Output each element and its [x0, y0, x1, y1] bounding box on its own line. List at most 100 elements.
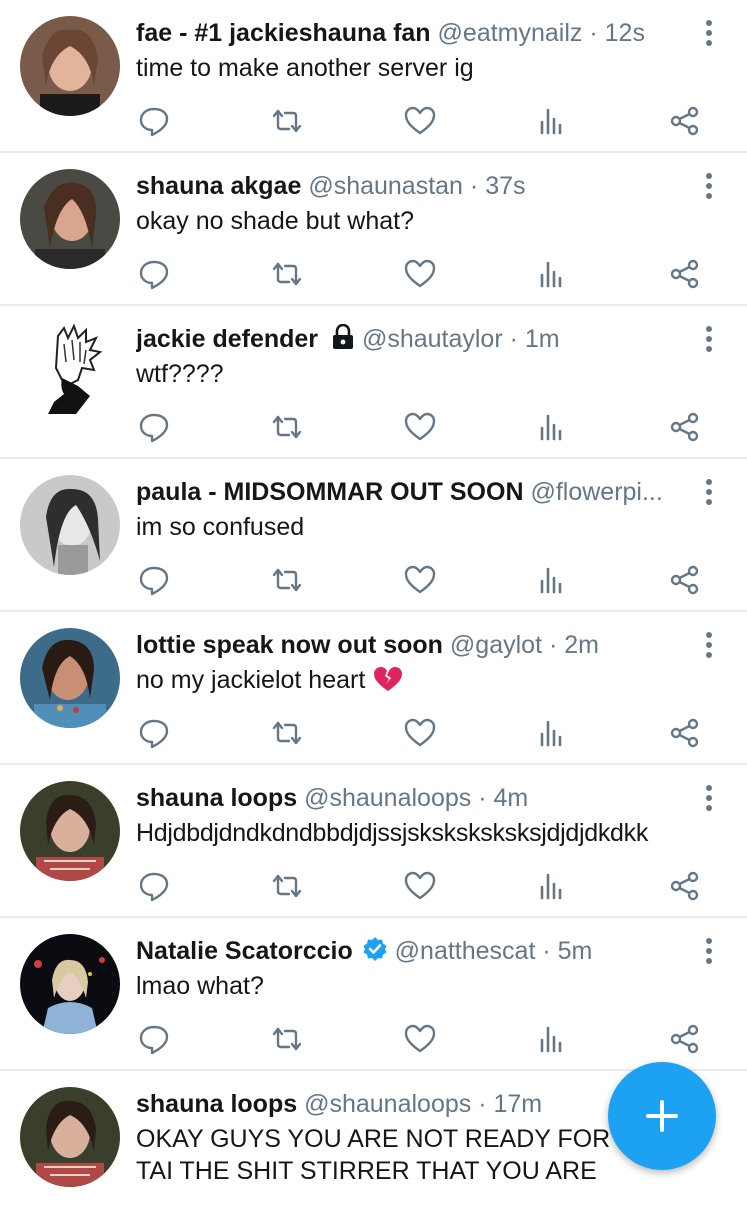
retweet-icon[interactable] — [270, 869, 304, 903]
tweet[interactable]: jackie defender @shautaylor · 1m wtf???? — [0, 306, 747, 459]
avatar[interactable] — [20, 934, 120, 1034]
like-icon[interactable] — [403, 1022, 437, 1056]
retweet-icon[interactable] — [270, 410, 304, 444]
compose-tweet-button[interactable] — [608, 1062, 716, 1170]
display-name[interactable]: shauna loops — [136, 1090, 297, 1118]
timestamp[interactable]: 17m — [494, 1090, 543, 1118]
share-icon[interactable] — [668, 257, 702, 291]
analytics-icon[interactable] — [535, 410, 569, 444]
like-icon[interactable] — [403, 257, 437, 291]
reply-icon[interactable] — [137, 716, 171, 750]
share-icon[interactable] — [668, 410, 702, 444]
share-icon[interactable] — [668, 104, 702, 138]
handle[interactable]: @flowerpi... — [530, 478, 662, 506]
like-icon[interactable] — [403, 869, 437, 903]
analytics-icon[interactable] — [535, 1022, 569, 1056]
broken-heart-icon — [374, 667, 403, 691]
display-name[interactable]: lottie speak now out soon — [136, 631, 443, 659]
tweet-actions — [136, 257, 707, 291]
like-icon[interactable] — [403, 563, 437, 597]
timestamp[interactable]: 5m — [558, 937, 593, 965]
handle[interactable]: @shautaylor — [362, 325, 503, 353]
avatar[interactable] — [20, 475, 120, 575]
dot-separator: · — [509, 325, 525, 353]
avatar[interactable] — [20, 781, 120, 881]
handle[interactable]: @natthescat — [395, 937, 536, 965]
share-icon[interactable] — [668, 563, 702, 597]
verified-badge-icon — [363, 937, 387, 961]
display-name[interactable]: jackie defender — [136, 325, 318, 353]
more-options-icon[interactable] — [697, 19, 721, 47]
analytics-icon[interactable] — [535, 257, 569, 291]
avatar[interactable] — [20, 322, 120, 422]
reply-icon[interactable] — [137, 869, 171, 903]
display-name[interactable]: Natalie Scatorccio — [136, 937, 353, 965]
tweet-text: lmao what? — [136, 972, 264, 1000]
analytics-icon[interactable] — [535, 563, 569, 597]
tweet[interactable]: paula - MIDSOMMAR OUT SOON @flowerpi... … — [0, 459, 747, 612]
dot-separator: · — [589, 19, 605, 47]
dot-separator: · — [548, 631, 565, 659]
tweet-header: shauna loops @shaunaloops · 4m — [136, 782, 695, 814]
tweet[interactable]: shauna loops @shaunaloops · 4m Hdjdbdjdn… — [0, 765, 747, 918]
avatar[interactable] — [20, 169, 120, 269]
analytics-icon[interactable] — [535, 716, 569, 750]
share-icon[interactable] — [668, 869, 702, 903]
more-options-icon[interactable] — [697, 172, 721, 200]
timestamp[interactable]: 37s — [485, 172, 525, 200]
retweet-icon[interactable] — [270, 716, 304, 750]
reply-icon[interactable] — [137, 104, 171, 138]
display-name[interactable]: fae - #1 jackieshauna fan — [136, 19, 431, 47]
retweet-icon[interactable] — [270, 1022, 304, 1056]
more-options-icon[interactable] — [697, 784, 721, 812]
display-name[interactable]: paula - MIDSOMMAR OUT SOON — [136, 478, 524, 506]
like-icon[interactable] — [403, 410, 437, 444]
share-icon[interactable] — [668, 1022, 702, 1056]
avatar[interactable] — [20, 1087, 120, 1187]
tweet-actions — [136, 104, 707, 138]
tweet-actions — [136, 563, 707, 597]
more-options-icon[interactable] — [697, 631, 721, 659]
like-icon[interactable] — [403, 104, 437, 138]
display-name[interactable]: shauna akgae — [136, 172, 301, 200]
avatar[interactable] — [20, 628, 120, 728]
timestamp[interactable]: 12s — [605, 19, 645, 47]
tweet-text: Hdjdbdjdndkdndbbdjdjssjsksksksksksjdjdjd… — [136, 819, 649, 847]
tweet-actions — [136, 410, 707, 444]
avatar[interactable] — [20, 16, 120, 116]
like-icon[interactable] — [403, 716, 437, 750]
tweet-actions — [136, 869, 707, 903]
analytics-icon[interactable] — [535, 869, 569, 903]
tweet-header: paula - MIDSOMMAR OUT SOON @flowerpi... — [136, 476, 695, 508]
tweet-header: fae - #1 jackieshauna fan @eatmynailz · … — [136, 17, 695, 49]
analytics-icon[interactable] — [535, 104, 569, 138]
timestamp[interactable]: 1m — [525, 325, 560, 353]
more-options-icon[interactable] — [697, 325, 721, 353]
share-icon[interactable] — [668, 716, 702, 750]
tweet-text-content: no my jackielot heart — [136, 666, 366, 694]
tweet[interactable]: fae - #1 jackieshauna fan @eatmynailz · … — [0, 0, 747, 153]
plus-icon — [646, 1100, 678, 1132]
retweet-icon[interactable] — [270, 257, 304, 291]
retweet-icon[interactable] — [270, 563, 304, 597]
handle[interactable]: @shaunaloops — [304, 1090, 471, 1118]
reply-icon[interactable] — [137, 1022, 171, 1056]
display-name[interactable]: shauna loops — [136, 784, 297, 812]
tweet[interactable]: lottie speak now out soon @gaylot · 2m n… — [0, 612, 747, 765]
retweet-icon[interactable] — [270, 104, 304, 138]
handle[interactable]: @gaylot — [450, 631, 542, 659]
more-options-icon[interactable] — [697, 478, 721, 506]
reply-icon[interactable] — [137, 563, 171, 597]
handle[interactable]: @shaunastan — [308, 172, 463, 200]
tweet[interactable]: shauna akgae @shaunastan · 37s okay no s… — [0, 153, 747, 306]
timeline-feed: fae - #1 jackieshauna fan @eatmynailz · … — [0, 0, 747, 1211]
tweet[interactable]: Natalie Scatorccio @natthescat · 5m lmao… — [0, 918, 747, 1071]
more-options-icon[interactable] — [697, 937, 721, 965]
reply-icon[interactable] — [137, 257, 171, 291]
handle[interactable]: @shaunaloops — [304, 784, 471, 812]
tweet-header: shauna akgae @shaunastan · 37s — [136, 170, 695, 202]
reply-icon[interactable] — [137, 410, 171, 444]
timestamp[interactable]: 2m — [564, 631, 599, 659]
handle[interactable]: @eatmynailz — [438, 19, 583, 47]
timestamp[interactable]: 4m — [494, 784, 529, 812]
